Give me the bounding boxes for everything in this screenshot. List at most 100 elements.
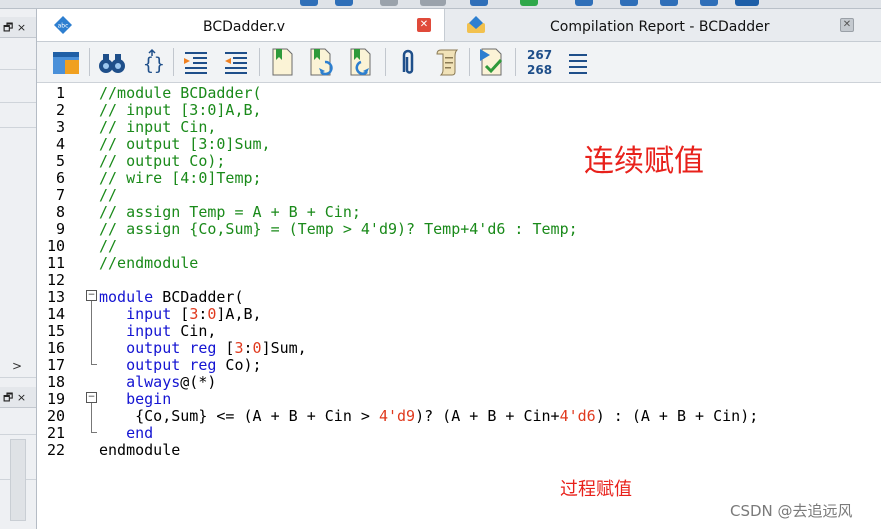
code-line[interactable]: //module BCDadder(	[99, 85, 262, 102]
toolbar-icon[interactable]	[520, 0, 538, 6]
list-icon[interactable]	[565, 46, 595, 78]
clip-icon[interactable]	[393, 46, 423, 78]
line-number: 19	[46, 390, 65, 408]
code-token: input	[126, 322, 172, 340]
code-token: {Co,Sum} <= (A + B + Cin >	[99, 407, 379, 425]
fold-guide	[91, 301, 92, 364]
code-token: // assign Temp = A + B + Cin;	[99, 203, 361, 221]
fold-guide	[91, 432, 97, 433]
line-number: 7	[55, 186, 65, 204]
scrollbar[interactable]	[10, 439, 26, 521]
code-line[interactable]: input [3:0]A,B,	[99, 305, 262, 323]
code-line[interactable]: // assign {Co,Sum} = (Temp > 4'd9)? Temp…	[99, 221, 578, 238]
toolbar-icon[interactable]	[300, 0, 318, 6]
code-line[interactable]: {Co,Sum} <= (A + B + Cin > 4'd9)? (A + B…	[99, 408, 758, 425]
code-token: [	[171, 305, 190, 323]
code-line[interactable]: begin	[99, 391, 171, 408]
toolbar-icon[interactable]	[470, 0, 488, 6]
toolbar-icon[interactable]	[420, 0, 446, 6]
tab-compilation-report[interactable]: Compilation Report - BCDadder ✕	[445, 9, 881, 41]
code-token: input	[126, 305, 172, 323]
toolbar-icon[interactable]	[660, 0, 678, 6]
close-icon[interactable]: ✕	[417, 18, 431, 32]
line-numbers-icon[interactable]: 267 268	[525, 46, 559, 78]
open-icon[interactable]	[51, 46, 81, 78]
line-number: 21	[46, 424, 65, 442]
code-token: 3	[189, 305, 199, 323]
code-token: @(*)	[180, 373, 217, 391]
separator	[173, 48, 174, 76]
toolbar-icon[interactable]	[700, 0, 718, 6]
divider	[0, 377, 36, 378]
code-line[interactable]: // assign Temp = A + B + Cin;	[99, 204, 361, 221]
code-line[interactable]: always@(*)	[99, 374, 216, 391]
brace-icon[interactable]: {}	[137, 46, 167, 78]
code-line[interactable]: //	[99, 238, 117, 255]
indent-icon[interactable]	[181, 46, 211, 78]
code-line[interactable]: // input Cin,	[99, 119, 216, 136]
code-line[interactable]: // input [3:0]A,B,	[99, 102, 262, 119]
code-token: end	[126, 424, 154, 442]
line-number: 6	[55, 169, 65, 187]
code-token: ]Sum,	[261, 339, 307, 357]
restore-icon[interactable]: 🗗 ×	[3, 389, 26, 408]
toolbar-icon[interactable]	[735, 0, 759, 6]
divider	[0, 69, 36, 70]
restore-icon[interactable]: 🗗 ×	[3, 19, 26, 38]
toolbar-icon[interactable]	[620, 0, 638, 6]
fold-toggle-icon[interactable]: −	[86, 290, 97, 301]
code-line[interactable]: // output [3:0]Sum,	[99, 136, 271, 153]
line-number: 2	[55, 101, 65, 119]
code-line[interactable]: module BCDadder(	[99, 289, 244, 306]
line-number: 20	[46, 407, 65, 425]
line-number: 12	[46, 271, 65, 289]
tab-bcdadder-v[interactable]: abc BCDadder.v ✕	[37, 9, 445, 41]
divider	[0, 434, 36, 435]
code-line[interactable]: output reg [3:0]Sum,	[99, 340, 307, 357]
code-token: begin	[126, 390, 172, 408]
report-icon	[467, 16, 485, 33]
run-check-icon[interactable]	[477, 46, 507, 78]
find-icon[interactable]	[97, 46, 127, 78]
bookmark-prev-icon[interactable]	[347, 46, 377, 78]
code-line[interactable]: //endmodule	[99, 255, 198, 272]
code-token: 4'd6	[559, 407, 596, 425]
close-icon[interactable]: ✕	[840, 18, 854, 32]
fold-toggle-icon[interactable]: −	[86, 392, 97, 403]
line-number: 17	[46, 356, 65, 374]
code-line[interactable]: // output Co);	[99, 153, 225, 170]
bookmark-next-icon[interactable]	[307, 46, 337, 78]
scroll-right-icon[interactable]: >	[12, 359, 22, 373]
code-line[interactable]: endmodule	[99, 442, 180, 459]
toolbar-icon[interactable]	[380, 0, 398, 6]
code-token: endmodule	[99, 441, 181, 459]
code-token: ]A,B,	[216, 305, 262, 323]
line-number: 9	[55, 220, 65, 238]
divider	[0, 127, 36, 128]
svg-text:{}: {}	[143, 54, 165, 75]
separator	[259, 48, 260, 76]
separator	[515, 48, 516, 76]
code-line[interactable]: end	[99, 425, 153, 442]
bookmark-icon[interactable]	[267, 46, 297, 78]
scroll-icon[interactable]	[433, 46, 463, 78]
divider	[0, 102, 36, 103]
code-line[interactable]: //	[99, 187, 117, 204]
line-number: 11	[46, 254, 65, 272]
code-line[interactable]: input Cin,	[99, 323, 216, 340]
editor-toolbar: {} 267 268	[37, 42, 881, 83]
code-token: Co);	[216, 356, 262, 374]
toolbar-icon[interactable]	[335, 0, 353, 6]
code-line[interactable]: output reg Co);	[99, 356, 262, 374]
code-token: reg	[189, 339, 217, 357]
panel-header: 🗗 ×	[0, 17, 36, 38]
toolbar-icon[interactable]	[575, 0, 593, 6]
fold-guide	[91, 403, 92, 432]
code-line[interactable]: // wire [4:0]Temp;	[99, 170, 262, 187]
panel-header: 🗗 ×	[0, 387, 36, 408]
unindent-icon[interactable]	[221, 46, 251, 78]
code-token: module	[99, 288, 154, 306]
